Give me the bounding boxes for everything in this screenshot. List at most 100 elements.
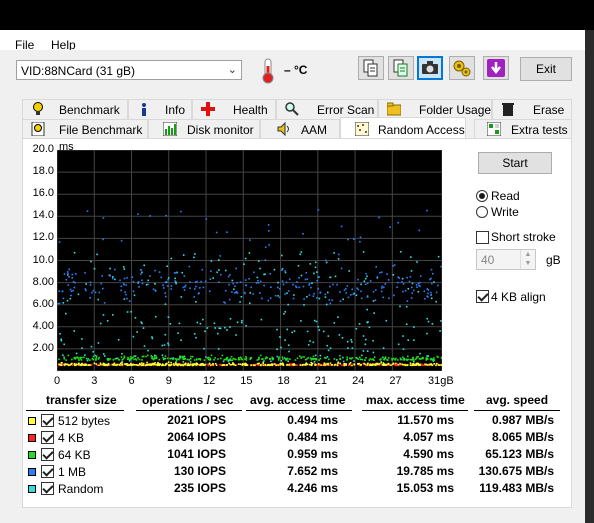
grid-icon (487, 122, 501, 136)
data-point (397, 363, 400, 366)
data-point (419, 275, 422, 277)
data-point (309, 340, 311, 342)
tab-folder-usage[interactable]: Folder Usage (378, 99, 492, 119)
data-point (374, 364, 377, 366)
copy-to-clipboard-button[interactable] (388, 56, 414, 80)
options-button[interactable] (449, 56, 475, 80)
short-stroke-spinner[interactable]: 40 ▲ ▼ (476, 249, 536, 270)
data-point (195, 336, 197, 339)
data-point (245, 284, 247, 287)
data-point (348, 364, 350, 367)
data-point (216, 271, 218, 274)
data-point (426, 295, 428, 298)
data-point (99, 322, 102, 325)
data-point (85, 283, 87, 285)
data-point (390, 364, 392, 366)
data-point (249, 358, 251, 360)
series-visible-checkbox[interactable] (41, 465, 54, 478)
spinner-arrows-icon[interactable]: ▲ ▼ (520, 250, 535, 269)
data-point (380, 358, 382, 360)
data-point (302, 285, 305, 288)
data-point (288, 364, 290, 366)
x-tick-label: 12 (203, 375, 216, 387)
data-point (245, 324, 247, 327)
tab-extra-tests[interactable]: Extra tests (474, 119, 572, 139)
tab-health[interactable]: Health (192, 99, 276, 119)
write-radio[interactable] (476, 206, 488, 218)
series-visible-checkbox[interactable] (41, 431, 54, 444)
screenshot-button[interactable] (417, 56, 443, 80)
data-point (224, 269, 227, 272)
data-point (299, 355, 301, 357)
data-point (184, 286, 186, 288)
data-point (317, 209, 320, 211)
data-point (135, 364, 138, 366)
data-point (140, 269, 142, 271)
data-point (209, 357, 211, 360)
device-select[interactable]: VID:88NCard (31 gB) ⌄ (16, 60, 242, 80)
data-point (186, 358, 189, 361)
data-point (95, 356, 98, 359)
data-point (418, 229, 421, 232)
data-point (402, 363, 405, 366)
align-checkbox[interactable] (476, 290, 489, 303)
data-point (300, 357, 302, 359)
data-point (402, 290, 404, 293)
data-point (429, 278, 431, 281)
data-point (58, 290, 60, 292)
tab-info[interactable]: Info (128, 99, 192, 119)
data-point (245, 356, 247, 358)
start-button[interactable]: Start (478, 152, 552, 174)
data-point (227, 275, 230, 278)
data-point (432, 272, 434, 275)
data-point (264, 364, 266, 366)
data-point (124, 291, 126, 293)
exit-button[interactable]: Exit (520, 57, 572, 81)
data-point (161, 364, 163, 367)
data-point (137, 357, 139, 359)
data-point (182, 286, 185, 289)
data-point (313, 319, 316, 322)
data-point (266, 364, 269, 366)
data-point (63, 273, 66, 275)
tab-random-access[interactable]: Random Access (340, 117, 466, 139)
data-point (165, 295, 167, 298)
data-point (235, 334, 237, 336)
data-point (329, 285, 331, 288)
data-point (328, 299, 331, 301)
data-point (323, 364, 325, 366)
transfer-size-cell: 1 MB (58, 465, 87, 479)
data-point (147, 283, 149, 286)
data-point (355, 357, 358, 359)
data-point (228, 298, 231, 301)
tab-erase[interactable]: Erase (492, 99, 572, 119)
device-select-value: VID:88NCard (31 gB) (21, 64, 136, 78)
data-point (208, 290, 211, 292)
data-point (173, 272, 176, 274)
tab-file-benchmark[interactable]: File Benchmark (22, 119, 148, 139)
tab-aam[interactable]: AAM (260, 119, 340, 139)
data-point (81, 338, 83, 340)
tab-disk-monitor[interactable]: Disk monitor (148, 119, 260, 139)
tab-error-scan[interactable]: Error Scan (276, 99, 378, 119)
data-point (359, 236, 362, 239)
series-visible-checkbox[interactable] (41, 448, 54, 461)
short-stroke-checkbox[interactable] (476, 231, 489, 244)
tab-benchmark[interactable]: Benchmark (22, 99, 128, 119)
data-point (123, 283, 125, 286)
series-visible-checkbox[interactable] (41, 482, 54, 495)
data-point (311, 363, 313, 366)
data-point (188, 265, 191, 268)
save-button[interactable] (483, 56, 509, 80)
data-point (379, 271, 381, 274)
data-point (351, 357, 354, 359)
data-point (203, 347, 205, 350)
data-point (407, 339, 409, 341)
copy-button[interactable] (358, 56, 384, 80)
data-point (279, 363, 282, 366)
operations-cell: 2021 IOPS (167, 413, 226, 427)
data-point (196, 280, 198, 283)
read-radio[interactable] (476, 190, 488, 202)
series-visible-checkbox[interactable] (41, 414, 54, 427)
data-point (66, 363, 69, 366)
